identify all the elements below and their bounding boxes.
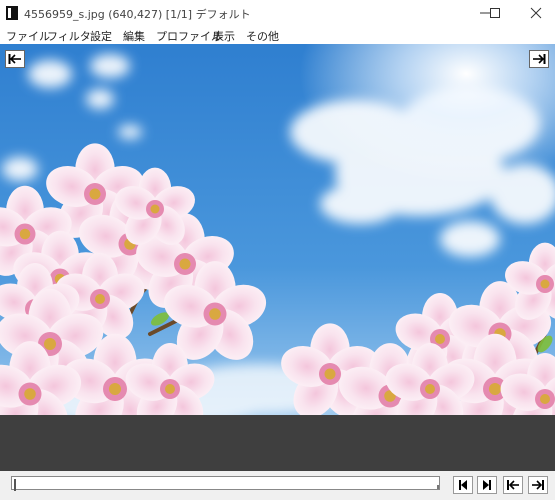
step-forward-button[interactable] xyxy=(477,476,497,494)
arrow-to-end-icon xyxy=(533,54,546,64)
step-forward-icon xyxy=(483,480,491,490)
maximize-icon xyxy=(490,8,500,18)
seek-thumb[interactable] xyxy=(14,479,16,491)
menu-filter[interactable]: フィルタ xyxy=(47,28,91,44)
close-button[interactable] xyxy=(513,0,555,26)
menu-settings[interactable]: 設定 xyxy=(90,28,112,44)
cherry-blossom-image xyxy=(0,44,555,415)
seek-end-marker xyxy=(437,485,439,489)
next-image-button[interactable] xyxy=(529,50,549,68)
jump-end-icon xyxy=(532,480,544,490)
arrow-to-start-icon xyxy=(8,54,21,64)
step-back-icon xyxy=(459,480,467,490)
jump-start-button[interactable] xyxy=(503,476,523,494)
prev-image-button[interactable] xyxy=(5,50,25,68)
app-icon xyxy=(6,6,18,20)
window-title: 4556959_s.jpg (640,427) [1/1] デフォルト xyxy=(24,8,251,21)
empty-canvas-area xyxy=(0,415,555,471)
menu-file[interactable]: ファイル xyxy=(6,28,50,44)
seek-bar[interactable] xyxy=(11,476,440,491)
control-bar xyxy=(0,471,555,500)
step-back-button[interactable] xyxy=(453,476,473,494)
menu-other[interactable]: その他 xyxy=(246,28,279,44)
image-viewport[interactable] xyxy=(0,44,555,415)
menu-bar: ファイル フィルタ 設定 編集 プロファイル 表示 その他 xyxy=(0,26,555,44)
menu-view[interactable]: 表示 xyxy=(213,28,235,44)
close-icon xyxy=(530,7,542,19)
jump-start-icon xyxy=(507,480,519,490)
maximize-button[interactable] xyxy=(472,0,518,26)
jump-end-button[interactable] xyxy=(528,476,548,494)
menu-edit[interactable]: 編集 xyxy=(123,28,145,44)
title-bar: 4556959_s.jpg (640,427) [1/1] デフォルト xyxy=(0,0,555,26)
